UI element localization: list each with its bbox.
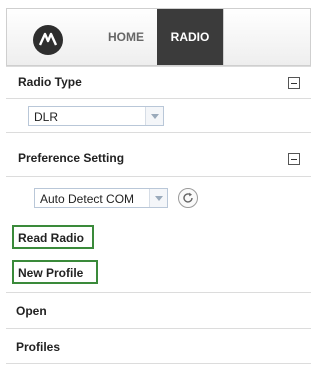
tab-home[interactable]: HOME — [95, 9, 157, 65]
open-row[interactable]: Open — [6, 292, 311, 328]
preference-setting-section-header: Preference Setting — [6, 132, 311, 176]
top-nav: HOME RADIO — [6, 8, 311, 66]
open-link[interactable]: Open — [16, 304, 47, 318]
radio-type-select-value: DLR — [34, 110, 59, 124]
radio-type-label: Radio Type — [18, 75, 82, 89]
radio-type-select[interactable]: DLR — [28, 106, 164, 126]
radio-type-section-header: Radio Type — [6, 66, 311, 98]
profiles-row[interactable]: Profiles — [6, 328, 311, 364]
chevron-down-icon — [145, 107, 163, 125]
profiles-link[interactable]: Profiles — [16, 340, 60, 354]
refresh-button[interactable] — [178, 188, 198, 208]
radio-panel: HOME RADIO Radio Type DLR Preference Set… — [0, 0, 319, 369]
refresh-icon — [183, 192, 193, 203]
com-port-select-value: Auto Detect COM — [40, 192, 135, 206]
motorola-logo-icon — [33, 25, 63, 55]
read-radio-link[interactable]: Read Radio — [18, 231, 84, 245]
tab-divider — [223, 9, 224, 65]
com-port-select[interactable]: Auto Detect COM — [34, 188, 168, 208]
radio-type-select-row: DLR — [6, 98, 311, 132]
radio-type-collapse-button[interactable] — [288, 77, 300, 89]
new-profile-row: New Profile — [6, 256, 311, 292]
tab-radio[interactable]: RADIO — [157, 9, 223, 65]
preference-setting-select-row: Auto Detect COM — [6, 176, 311, 218]
new-profile-link[interactable]: New Profile — [18, 266, 83, 280]
read-radio-highlight: Read Radio — [12, 225, 94, 249]
preference-setting-label: Preference Setting — [18, 151, 125, 165]
new-profile-highlight: New Profile — [12, 260, 98, 284]
read-radio-row: Read Radio — [6, 218, 311, 256]
preference-setting-collapse-button[interactable] — [288, 153, 300, 165]
chevron-down-icon — [149, 189, 167, 207]
